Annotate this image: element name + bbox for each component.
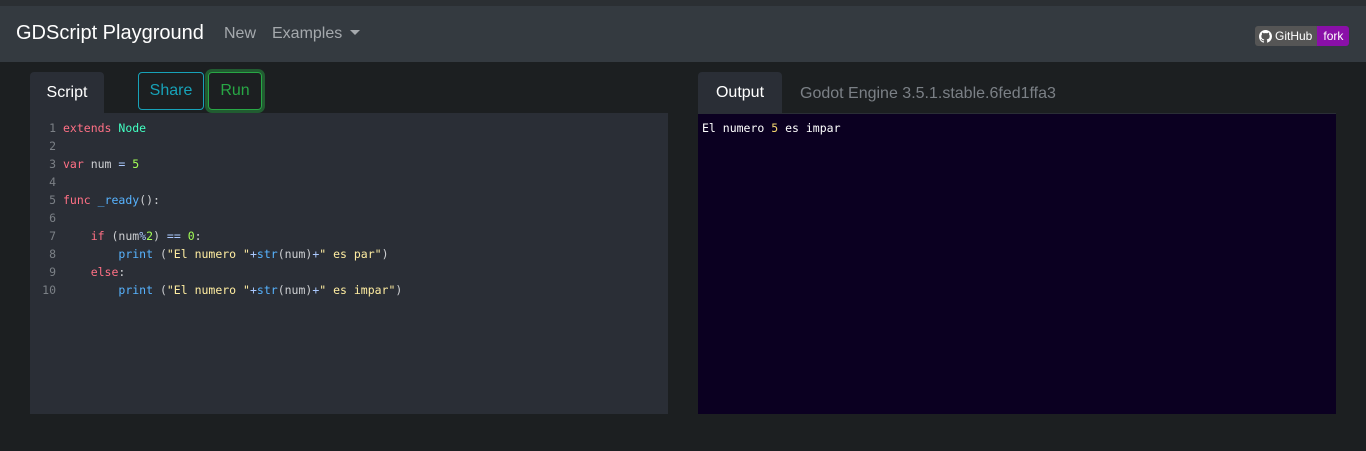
code-token: "El numero " [166,247,250,261]
github-icon [1259,29,1272,43]
output-text-suffix: es impar [778,121,841,135]
code-line[interactable]: 7 if (num%2) == 0: [30,227,668,245]
code-text: extends Node [63,119,146,137]
code-token: var [63,157,84,171]
share-button[interactable]: Share [138,72,204,110]
github-badge-left: GitHub [1255,26,1318,46]
code-line[interactable]: 6 [30,209,668,227]
line-number: 6 [49,211,56,225]
line-number: 8 [49,247,56,261]
output-text-prefix: El numero [702,121,772,135]
code-line[interactable]: 9 else: [30,263,668,281]
github-label: GitHub [1275,29,1313,43]
code-token: : [194,229,202,243]
code-token: 0 [187,229,195,243]
code-text: var num = 5 [63,155,139,173]
examples-dropdown[interactable]: Examples [272,25,361,43]
code-token: func [63,193,91,207]
app-title[interactable]: GDScript Playground [16,22,204,45]
code-editor[interactable]: 1 extends Node 2 3 var num = 5 4 5 func _ready(… [30,113,668,414]
line-number: 2 [49,139,56,153]
code-token: (num) [277,247,313,261]
code-line[interactable]: 8 print ("El numero "+str(num)+" es par"… [30,245,668,263]
caret-down-icon [350,30,361,35]
code-token: == [166,229,181,243]
code-token: print [118,283,154,297]
code-line[interactable]: 2 [30,137,668,155]
line-number: 4 [49,175,56,189]
line-number: 5 [49,193,56,207]
code-token: Node [118,121,147,135]
code-token: (): [139,193,160,207]
code-line[interactable]: 10 print ("El numero "+str(num)+" es imp… [30,281,668,299]
code-token: else [90,265,119,279]
code-token: " es par" [319,247,382,261]
code-token: print [118,247,154,261]
code-token: + [249,247,257,261]
code-text: print ("El numero "+str(num)+" es impar"… [63,281,402,299]
code-token: (num [104,229,140,243]
code-token: str [256,283,278,297]
code-line[interactable]: 3 var num = 5 [30,155,668,173]
code-token: ) [395,283,403,297]
code-token: ) [153,229,167,243]
github-fork-badge[interactable]: GitHub fork [1255,26,1350,46]
line-number: 10 [42,283,56,297]
run-button[interactable]: Run [208,72,262,110]
tab-script[interactable]: Script [30,72,104,113]
line-number: 3 [49,157,56,171]
code-token: num [83,157,119,171]
code-token: " es impar" [319,283,396,297]
code-text: else: [63,263,126,281]
line-number: 9 [49,265,56,279]
tab-output[interactable]: Output [698,72,782,113]
fork-label: fork [1317,26,1350,46]
code-text: print ("El numero "+str(num)+" es par") [63,245,389,263]
code-token: 5 [132,157,140,171]
code-token: (num) [277,283,313,297]
code-token: : [118,265,126,279]
code-token: "El numero " [166,283,250,297]
line-number: 1 [49,121,56,135]
examples-label: Examples [272,25,343,42]
code-token: extends [63,121,112,135]
code-token: + [249,283,257,297]
code-line[interactable]: 1 extends Node [30,119,668,137]
navbar: GDScript Playground New Examples GitHub … [0,0,1366,62]
code-text: if (num%2) == 0: [63,227,202,245]
code-token: ( [153,283,167,297]
code-token: _ready [97,193,140,207]
code-line[interactable]: 4 [30,173,668,191]
new-link[interactable]: New [224,25,256,43]
output-console: El numero 5 es impar [698,113,1336,414]
code-token: if [90,229,105,243]
engine-version: Godot Engine 3.5.1.stable.6fed1ffa3 [800,85,1056,102]
code-text: func _ready(): [63,191,160,209]
line-number: 7 [49,229,56,243]
code-token: str [256,247,278,261]
code-token: ) [381,247,389,261]
code-token: ( [153,247,167,261]
code-line[interactable]: 5 func _ready(): [30,191,668,209]
